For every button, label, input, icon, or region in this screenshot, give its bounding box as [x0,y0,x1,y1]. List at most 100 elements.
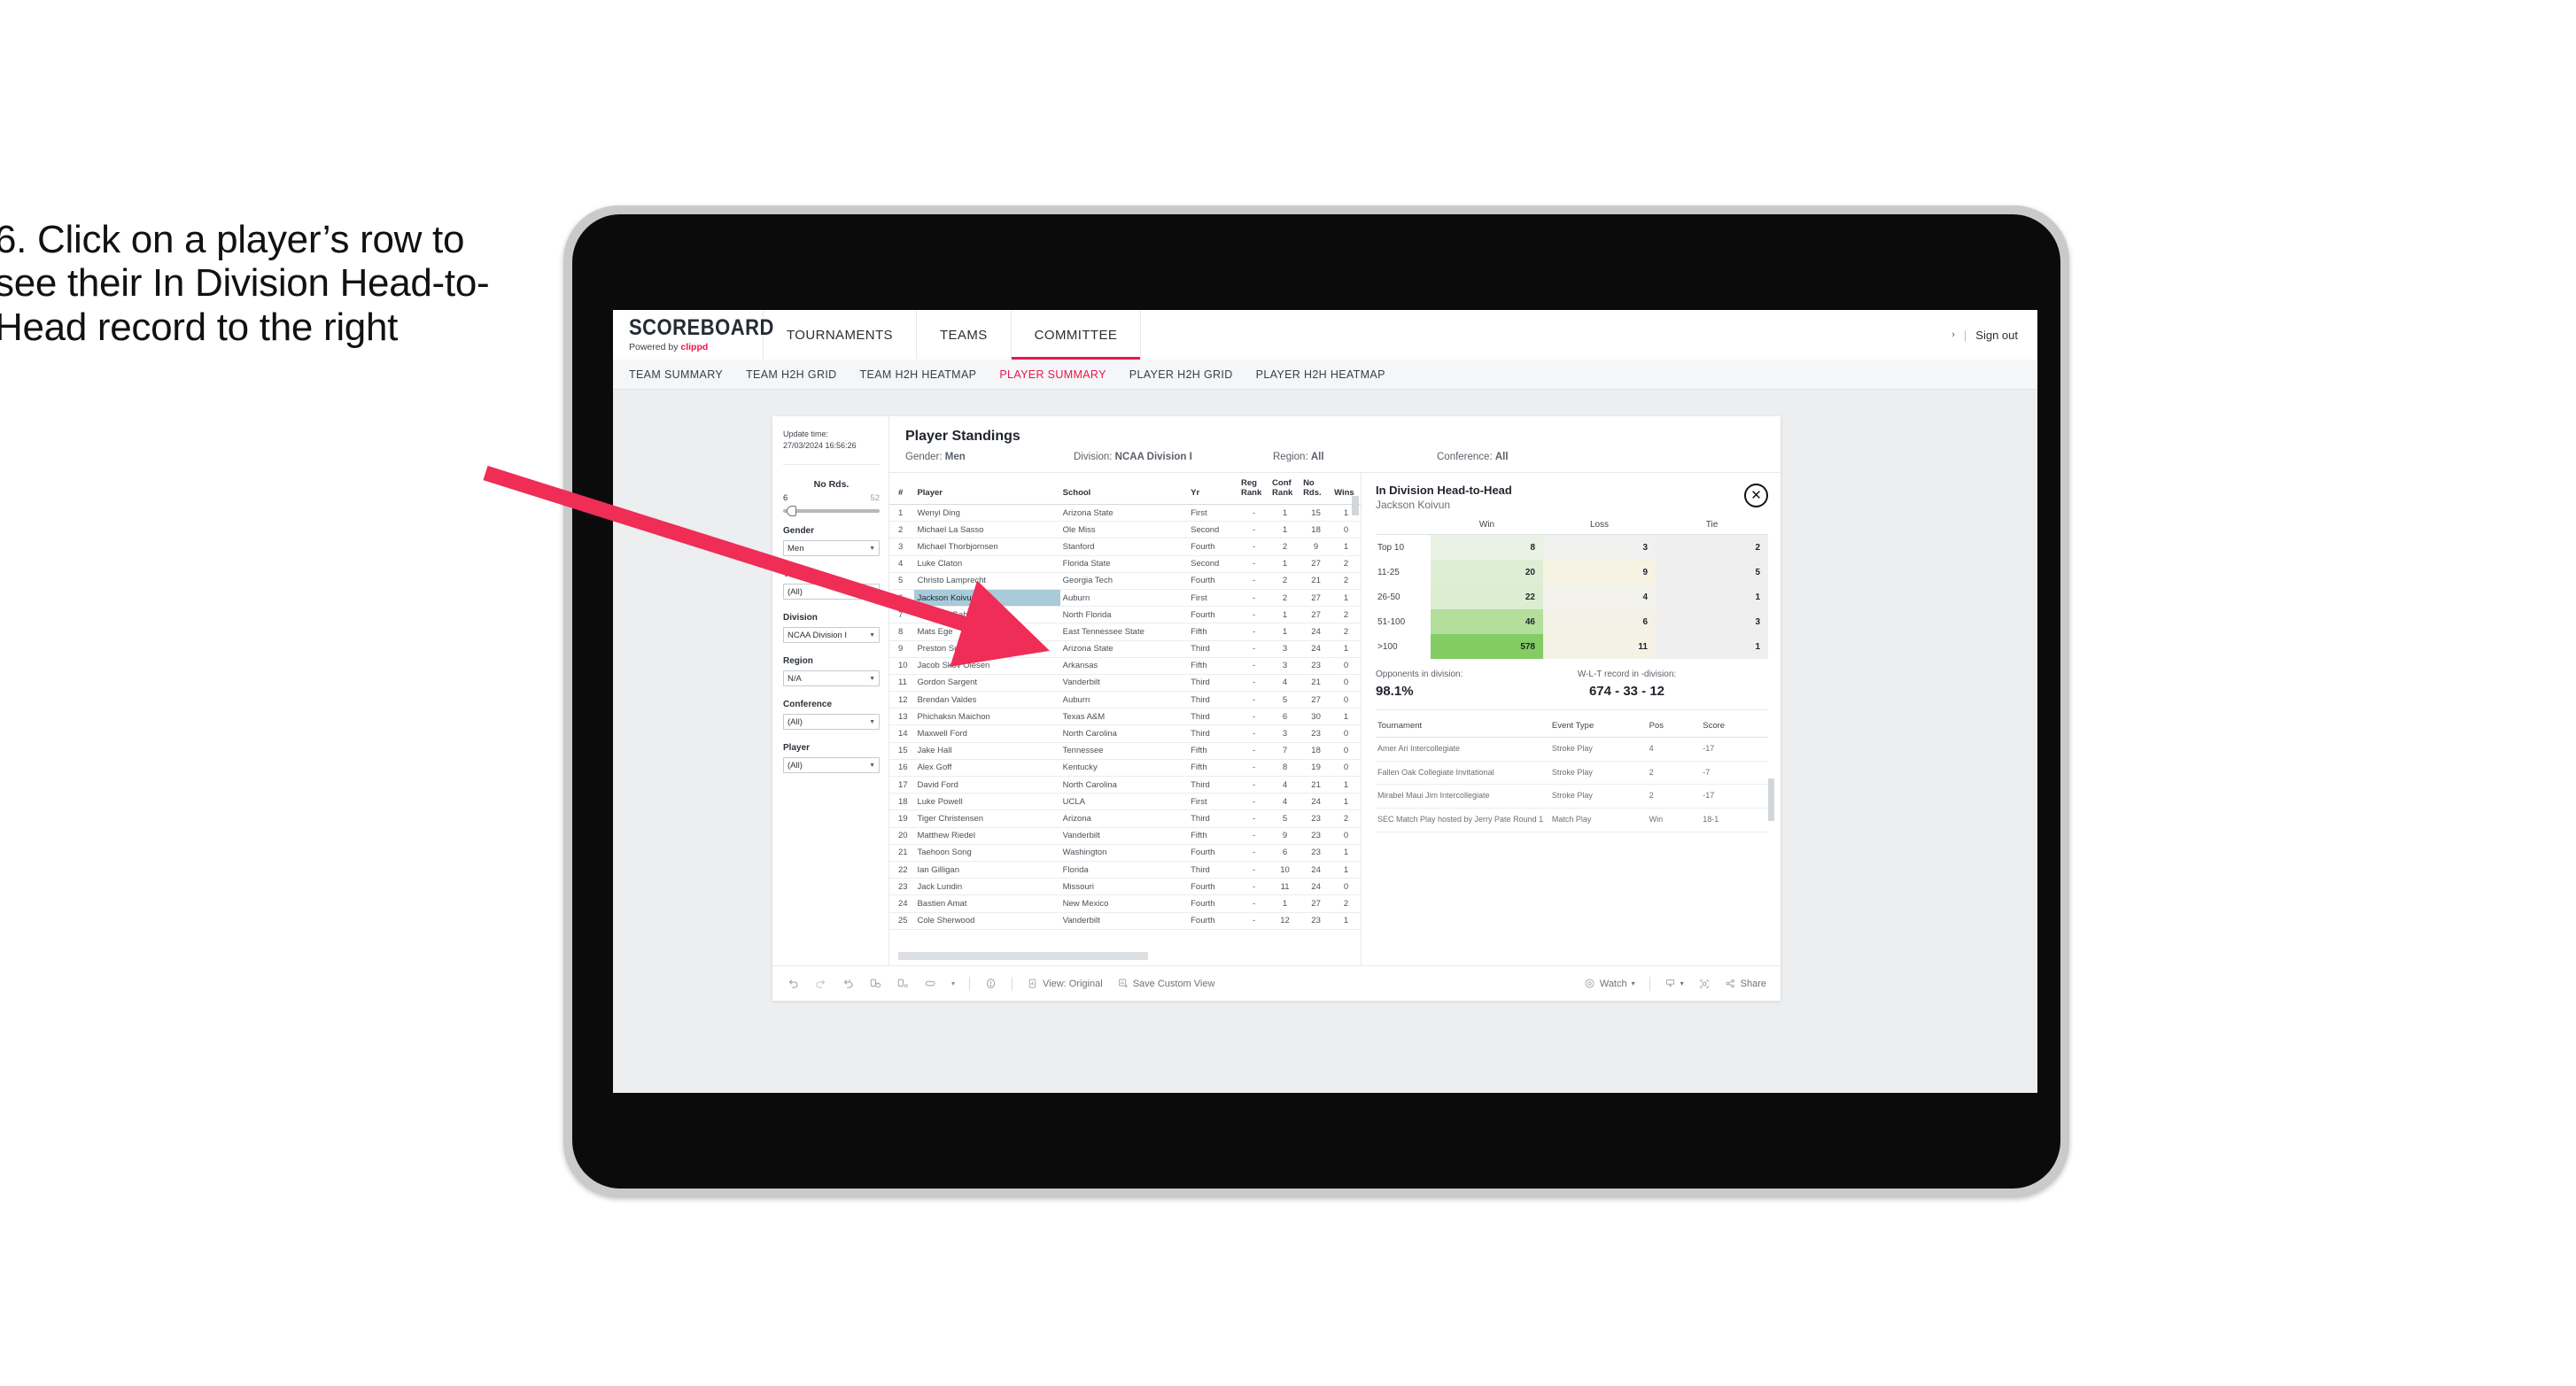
heatmap-cell-loss[interactable]: 4 [1543,585,1656,609]
sign-out-link[interactable]: Sign out [1975,329,2018,342]
heatmap-cell-loss[interactable]: 11 [1543,634,1656,659]
heatmap-cell-tie[interactable]: 1 [1656,634,1768,659]
nav-tournaments[interactable]: TOURNAMENTS [764,310,917,360]
heatmap-cell-win[interactable]: 22 [1431,585,1543,609]
heatmap-cell-win[interactable]: 46 [1431,609,1543,634]
brand-name: SCOREBOARD [629,314,774,339]
filter-player-select[interactable]: (All) ▼ [783,757,880,774]
table-row[interactable]: 21 Taehoon Song Washington Fourth -6 23 1 [889,844,1361,862]
download-button[interactable]: ▾ [1664,978,1684,989]
tab-player-h2h-grid[interactable]: PLAYER H2H GRID [1129,368,1233,381]
col-pos[interactable]: Pos [1647,714,1702,738]
col-score[interactable]: Score [1701,714,1768,738]
table-row[interactable]: 9 Preston Summerhays Arizona State Third -3 2… [889,640,1361,658]
col-tournament[interactable]: Tournament [1376,714,1550,738]
table-row[interactable]: 5 Christo Lamprecht Georgia Tech Fourth -2 21… [889,572,1361,590]
share-button[interactable]: Share [1725,978,1766,989]
table-row[interactable]: 24 Bastien Amat New Mexico Fourth -1 27 2 [889,894,1361,913]
col-rank[interactable]: # [889,473,915,505]
heatmap-cell-tie[interactable]: 1 [1656,585,1768,609]
tab-team-h2h-grid[interactable]: TEAM H2H GRID [746,368,836,381]
slider-thumb[interactable] [787,506,796,517]
table-row[interactable]: 15 Jake Hall Tennessee Fifth -7 18 0 [889,742,1361,760]
view-original-button[interactable]: View: Original [1027,978,1103,989]
table-row[interactable]: 12 Brendan Valdes Auburn Third -5 27 0 [889,691,1361,709]
table-row[interactable]: 14 Maxwell Ford North Carolina Third -3 23 0 [889,724,1361,743]
heatmap-cell-tie[interactable]: 2 [1656,534,1768,560]
pause-updates-icon[interactable] [896,977,910,990]
stat-record-label: W-L-T record in -division: [1577,670,1677,679]
shape-caret-icon[interactable]: ▾ [951,979,955,987]
col-school[interactable]: School [1059,473,1189,505]
watch-button[interactable]: Watch ▾ [1584,978,1635,989]
tab-player-summary[interactable]: PLAYER SUMMARY [999,368,1106,381]
table-row[interactable]: 6 Jackson Koivun Auburn First -2 27 1 [889,589,1361,608]
col-conf-rank[interactable]: Conf Rank [1269,473,1301,505]
table-row[interactable]: 22 Ian Gilligan Florida Third -10 24 1 [889,861,1361,879]
shape-icon[interactable] [924,977,937,990]
filter-region-select[interactable]: N/A ▼ [783,670,880,687]
view-original-label: View: Original [1043,978,1103,989]
table-row[interactable]: 10 Jacob Skov Olesen Arkansas Fifth -3 23 0 [889,657,1361,675]
slider-track[interactable] [783,506,880,517]
col-no-rds[interactable]: No Rds. [1300,473,1332,505]
table-row[interactable]: 4 Luke Claton Florida State Second -1 27 2 [889,555,1361,573]
tournament-row[interactable]: SEC Match Play hosted by Jerry Pate Roun… [1376,808,1768,832]
brand-logo[interactable]: SCOREBOARD Powered by clippd [613,310,774,360]
heatmap-cell-loss[interactable]: 9 [1543,560,1656,585]
heatmap-cell-win[interactable]: 578 [1431,634,1543,659]
fullscreen-icon[interactable] [1698,978,1711,990]
heatmap-cell-loss[interactable]: 3 [1543,534,1656,560]
nav-committee[interactable]: COMMITTEE [1011,310,1142,360]
refresh-data-icon[interactable] [869,977,882,990]
nav-teams[interactable]: TEAMS [917,310,1012,360]
table-row[interactable]: 7 Nicholas Gabrelcik North Florida Fourth -1… [889,606,1361,624]
filter-conference-select[interactable]: (All) ▼ [783,714,880,731]
filter-gender-select[interactable]: Men ▼ [783,540,880,557]
table-row[interactable]: 11 Gordon Sargent Vanderbilt Third -4 21 0 [889,674,1361,693]
tournament-row[interactable]: Mirabel Maui Jim Intercollegiate Stroke P… [1376,784,1768,809]
table-row[interactable]: 16 Alex Goff Kentucky Fifth -8 19 0 [889,759,1361,778]
undo-icon[interactable] [787,977,800,990]
col-player[interactable]: Player [914,473,1060,505]
table-row[interactable]: 8 Mats Ege East Tennessee State Fifth -1 24 2 [889,623,1361,641]
col-yr[interactable]: Yr [1188,473,1239,505]
table-vertical-scrollbar[interactable] [1352,496,1359,515]
heatmap-cell-tie[interactable]: 3 [1656,609,1768,634]
table-row[interactable]: 17 David Ford North Carolina Third -4 21 1 [889,776,1361,794]
heatmap-cell-tie[interactable]: 5 [1656,560,1768,585]
col-reg-rank[interactable]: Reg Rank [1238,473,1270,505]
filter-division-select[interactable]: NCAA Division I ▼ [783,627,880,644]
cell-no-rds: 27 [1300,691,1332,709]
table-row[interactable]: 25 Cole Sherwood Vanderbilt Fourth -12 23 1 [889,912,1361,930]
table-row[interactable]: 20 Matthew Riedel Vanderbilt Fifth -9 23 0 [889,827,1361,845]
table-row[interactable]: 13 Phichaksn Maichon Texas A&M Third -6 30 1 [889,708,1361,726]
table-horizontal-scrollbar[interactable] [898,952,1148,960]
col-event-type[interactable]: Event Type [1549,714,1648,738]
table-row[interactable]: 2 Michael La Sasso Ole Miss Second -1 18 0 [889,521,1361,539]
update-time-value: 27/03/2024 16:56:26 [783,441,857,451]
alert-icon[interactable] [984,977,997,990]
table-row[interactable]: 3 Michael Thorbjornsen Stanford Fourth -2 9 1 [889,538,1361,556]
revert-icon[interactable] [842,977,855,990]
tournament-row[interactable]: Fallen Oak Collegiate Invitational Stroke… [1376,761,1768,786]
heatmap-cell-win[interactable]: 20 [1431,560,1543,585]
tournament-row[interactable]: Amer Ari Intercollegiate Stroke Play 4 -17 [1376,737,1768,762]
heatmap-cell-win[interactable]: 8 [1431,534,1543,560]
tab-team-h2h-heatmap[interactable]: TEAM H2H HEATMAP [860,368,977,381]
chevron-right-icon[interactable]: › [1951,329,1955,340]
table-row[interactable]: 23 Jack Lundin Missouri Fourth -11 24 0 [889,878,1361,896]
table-row[interactable]: 1 Wenyi Ding Arizona State First -1 15 1 [889,504,1361,523]
table-row[interactable]: 19 Tiger Christensen Arizona Third -5 23 2 [889,809,1361,828]
heatmap-cell-loss[interactable]: 6 [1543,609,1656,634]
cell-wins: 2 [1331,555,1361,573]
close-icon[interactable]: ✕ [1744,484,1768,507]
tournament-scrollbar[interactable] [1768,778,1774,821]
tab-team-summary[interactable]: TEAM SUMMARY [629,368,723,381]
save-custom-view-button[interactable]: Save Custom View [1117,978,1214,989]
filter-year-select[interactable]: (All) ▼ [783,584,880,600]
no-rounds-slider[interactable]: No Rds. 6 52 [783,479,880,517]
tab-player-h2h-heatmap[interactable]: PLAYER H2H HEATMAP [1256,368,1385,381]
redo-icon[interactable] [814,977,827,990]
table-row[interactable]: 18 Luke Powell UCLA First -4 24 1 [889,793,1361,811]
